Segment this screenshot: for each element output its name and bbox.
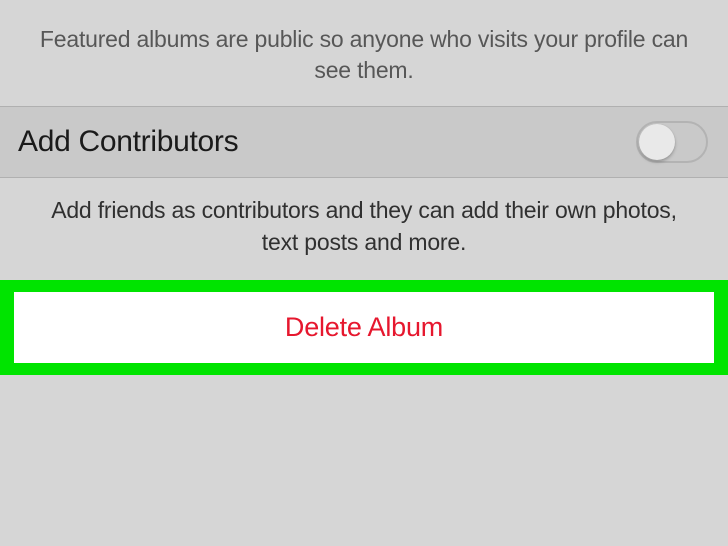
contributors-description: Add friends as contributors and they can… [0, 178, 728, 280]
toggle-knob [639, 124, 675, 160]
add-contributors-toggle[interactable] [636, 121, 708, 163]
featured-albums-description: Featured albums are public so anyone who… [0, 0, 728, 106]
add-contributors-label: Add Contributors [18, 125, 238, 159]
delete-album-button[interactable]: Delete Album [14, 292, 714, 363]
add-contributors-row: Add Contributors [0, 106, 728, 178]
delete-highlight: Delete Album [0, 280, 728, 375]
